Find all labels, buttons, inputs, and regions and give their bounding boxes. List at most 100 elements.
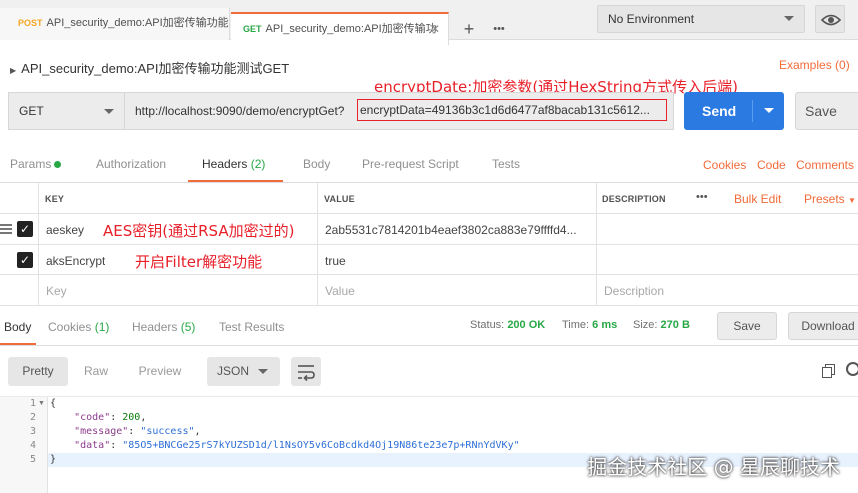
chevron-down-icon[interactable]: [764, 108, 774, 113]
code-line: "data": "85O5+BNCGe25rS7kYUZSD1d/l1NsOY5…: [74, 440, 520, 451]
method-label: POST: [18, 18, 43, 28]
request-name[interactable]: ▶ API_security_demo:API加密传输功能测试GET: [10, 58, 289, 77]
tab-label: Headers: [202, 157, 248, 171]
download-button[interactable]: Download: [788, 312, 858, 340]
brace: {: [50, 398, 57, 409]
response-tab-test-results[interactable]: Test Results: [219, 320, 284, 334]
tab-headers[interactable]: Headers (2): [202, 157, 265, 171]
table-divider: [0, 305, 858, 306]
json-key: "data": [74, 440, 111, 451]
size-readout: Size: 270 B: [633, 319, 690, 331]
search-icon[interactable]: [846, 362, 858, 376]
header-value-cell[interactable]: true: [325, 254, 346, 268]
header-value-cell[interactable]: 2ab5531c7814201b4eaef3802ca883e79ffffd4.…: [325, 223, 593, 237]
tab-post-request[interactable]: POST API_security_demo:API加密传输功能: [0, 8, 230, 40]
tab-body[interactable]: Body: [303, 157, 330, 171]
tab-prerequest-script[interactable]: Pre-request Script: [362, 157, 459, 171]
size-label: Size:: [633, 319, 658, 331]
code-line: {: [50, 398, 56, 409]
count-badge: (1): [94, 320, 110, 334]
new-key-input[interactable]: Key: [46, 284, 67, 298]
format-select[interactable]: JSON: [207, 357, 280, 386]
new-description-input[interactable]: Description: [604, 284, 664, 298]
tab-title: API_security_demo:API加密传输功能: [46, 17, 229, 29]
save-response-button[interactable]: Save: [717, 312, 777, 340]
environment-select[interactable]: No Environment: [597, 5, 805, 33]
column-header-description: DESCRIPTION: [602, 194, 666, 204]
status-value: 200 OK: [507, 319, 546, 331]
watermark: 掘金技术社区 @ 星辰聊技术: [587, 455, 840, 479]
annotation-aeskey: AES密钥(通过RSA加密过的): [103, 222, 295, 240]
row-enabled-checkbox[interactable]: ✓: [17, 221, 33, 237]
pretty-view-button[interactable]: Pretty: [8, 357, 68, 386]
line-number: 3: [29, 426, 36, 437]
divider: [752, 100, 753, 122]
chevron-down-icon: [784, 16, 794, 21]
presets-dropdown[interactable]: Presets ▼: [804, 192, 856, 206]
tab-label: Cookies: [48, 320, 92, 334]
table-divider: [596, 183, 597, 305]
json-key: "code": [74, 412, 111, 423]
tab-get-request[interactable]: GET API_security_demo:API加密传输功 ✕: [231, 12, 449, 45]
tab-authorization[interactable]: Authorization: [96, 157, 166, 171]
table-divider: [0, 213, 858, 214]
comments-link[interactable]: Comments: [796, 158, 854, 172]
more-tabs-button[interactable]: •••: [484, 14, 514, 44]
header-key-cell[interactable]: aeskey: [46, 223, 84, 237]
copy-icon[interactable]: [822, 364, 836, 378]
caret-right-icon: ▶: [10, 66, 17, 75]
table-divider: [38, 183, 39, 305]
drag-handle-icon[interactable]: [0, 224, 12, 234]
chevron-down-icon: [258, 369, 268, 374]
annotation-filter: 开启Filter解密功能: [135, 253, 263, 271]
eye-icon: [820, 14, 842, 26]
line-number: 2: [29, 412, 36, 423]
new-tab-button[interactable]: +: [454, 14, 484, 44]
more-options-button[interactable]: •••: [696, 191, 708, 203]
response-tab-headers[interactable]: Headers (5): [132, 320, 195, 334]
status-readout: Status: 200 OK: [470, 319, 545, 331]
send-label: Send: [702, 103, 737, 119]
tab-params[interactable]: Params: [10, 157, 62, 171]
code-link[interactable]: Code: [757, 158, 786, 172]
divider: [0, 345, 858, 346]
wrap-lines-button[interactable]: [291, 357, 321, 386]
wrap-icon: [298, 365, 315, 382]
send-button[interactable]: Send: [684, 92, 784, 130]
line-number: 5: [29, 454, 36, 465]
row-enabled-checkbox[interactable]: ✓: [17, 252, 33, 268]
brace: }: [50, 454, 57, 465]
count-badge: (5): [180, 320, 196, 334]
fold-icon[interactable]: ▼: [38, 400, 45, 407]
response-tab-cookies[interactable]: Cookies (1): [48, 320, 109, 334]
raw-view-button[interactable]: Raw: [72, 357, 120, 386]
status-label: Status:: [470, 319, 505, 331]
tab-label: Params: [10, 157, 52, 171]
close-icon[interactable]: ✕: [430, 14, 440, 44]
request-name-text: API_security_demo:API加密传输功能测试GET: [21, 61, 290, 76]
tab-tests[interactable]: Tests: [492, 157, 520, 171]
cookies-link[interactable]: Cookies: [703, 158, 746, 172]
json-value: 200: [122, 412, 141, 423]
tab-title: API_security_demo:API加密传输功: [265, 23, 437, 35]
chevron-down-icon: [104, 109, 114, 114]
header-key-cell[interactable]: aksEncrypt: [46, 254, 105, 268]
examples-link[interactable]: Examples (0): [779, 58, 850, 72]
url-param-highlight: encryptData=49136b3c1d6d6477af8bacab131c…: [357, 99, 667, 121]
response-tab-body[interactable]: Body: [4, 320, 31, 334]
format-value: JSON: [217, 364, 250, 378]
new-value-input[interactable]: Value: [325, 284, 355, 298]
method-select[interactable]: GET: [8, 92, 124, 130]
line-number: 4: [29, 440, 36, 451]
url-text: http://localhost:9090/demo/encryptGet?: [135, 104, 345, 118]
save-button[interactable]: Save: [795, 92, 858, 130]
environment-selected: No Environment: [608, 12, 695, 26]
table-divider: [317, 183, 318, 305]
size-value: 270 B: [660, 319, 690, 331]
column-header-key: KEY: [45, 194, 65, 204]
environment-quick-look-button[interactable]: [815, 5, 845, 33]
bulk-edit-link[interactable]: Bulk Edit: [734, 192, 781, 206]
preview-view-button[interactable]: Preview: [130, 357, 190, 386]
code-line: }: [50, 454, 56, 465]
code-line: "code": 200,: [74, 412, 147, 423]
